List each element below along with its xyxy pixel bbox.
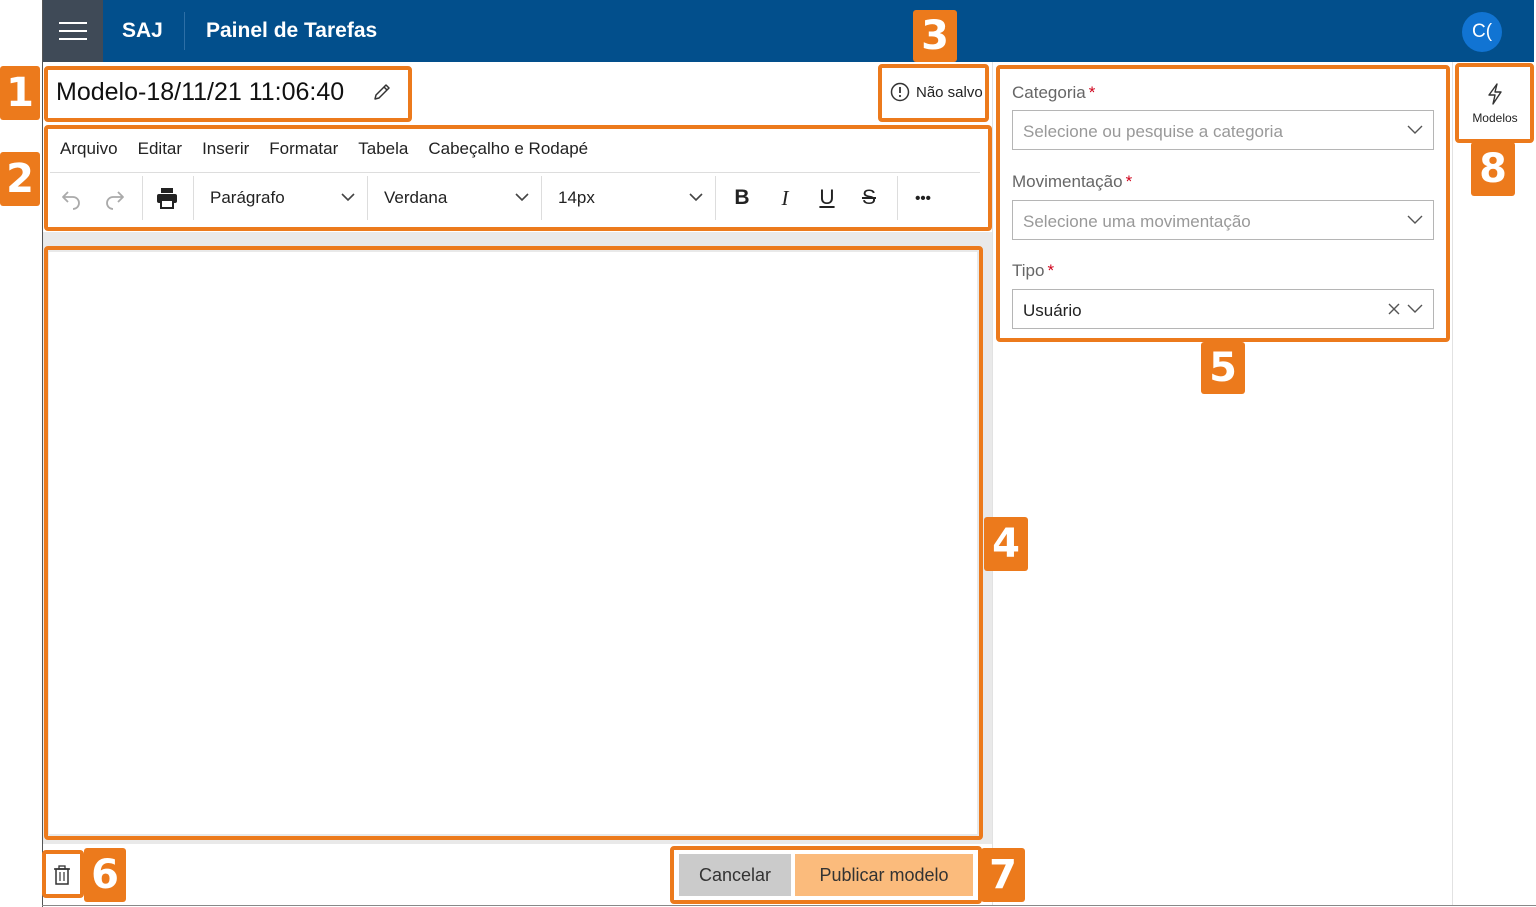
- menu-tabela[interactable]: Tabela: [358, 139, 408, 159]
- toolbar-separator: [897, 176, 898, 220]
- categoria-label-text: Categoria: [1012, 83, 1086, 102]
- callout-badge-2: 2: [0, 152, 40, 206]
- movimentacao-placeholder: Selecione uma movimentação: [1023, 212, 1251, 231]
- bold-button[interactable]: B: [725, 176, 759, 220]
- categoria-label: Categoria *: [1012, 83, 1095, 103]
- categoria-select[interactable]: Selecione ou pesquise a categoria: [1012, 110, 1434, 150]
- toolbar-divider: [50, 172, 980, 173]
- chevron-down-icon: [341, 193, 355, 202]
- categoria-placeholder: Selecione ou pesquise a categoria: [1023, 122, 1283, 141]
- app-name[interactable]: SAJ: [122, 19, 163, 43]
- toolbar-separator: [715, 176, 716, 220]
- callout-badge-5: 5: [1201, 342, 1245, 394]
- callout-badge-1: 1: [0, 66, 40, 120]
- editor-toolbar: Parágrafo Verdana 14px B I U S •••: [50, 176, 980, 220]
- italic-button[interactable]: I: [768, 176, 802, 220]
- chevron-down-icon: [515, 193, 529, 202]
- models-label: Modelos: [1472, 111, 1518, 125]
- block-format-value: Parágrafo: [210, 188, 285, 207]
- callout-badge-7: 7: [981, 848, 1025, 902]
- page-title: Painel de Tarefas: [206, 19, 378, 42]
- header-divider: [184, 12, 185, 50]
- save-status-text: Não salvo: [916, 83, 983, 101]
- menu-cabecalho-rodape[interactable]: Cabeçalho e Rodapé: [428, 139, 588, 159]
- pencil-icon[interactable]: [372, 82, 392, 102]
- callout-badge-6: 6: [84, 848, 126, 902]
- font-size-value: 14px: [558, 188, 595, 207]
- tipo-select[interactable]: Usuário: [1012, 289, 1434, 329]
- tipo-value: Usuário: [1023, 301, 1082, 320]
- undo-button[interactable]: [54, 176, 88, 220]
- document-editor[interactable]: [49, 252, 977, 834]
- more-options-button[interactable]: •••: [905, 176, 941, 220]
- chevron-down-icon: [689, 193, 703, 202]
- models-button[interactable]: Modelos: [1460, 70, 1530, 138]
- panel-divider: [992, 62, 993, 905]
- chevron-down-icon: [1407, 215, 1423, 224]
- required-marker: *: [1047, 261, 1055, 280]
- delete-button[interactable]: [47, 858, 77, 892]
- block-format-select[interactable]: Parágrafo: [194, 176, 367, 220]
- editor-menubar: Arquivo Editar Inserir Formatar Tabela C…: [60, 139, 588, 159]
- callout-badge-8: 8: [1471, 142, 1515, 196]
- model-name-title: Modelo-18/11/21 11:06:40: [56, 78, 345, 106]
- window-border-bottom: [42, 905, 1536, 906]
- menu-editar[interactable]: Editar: [138, 139, 182, 159]
- strikethrough-button[interactable]: S: [852, 176, 886, 220]
- undo-icon: [62, 191, 80, 210]
- font-size-select[interactable]: 14px: [542, 176, 715, 220]
- alert-circle-icon: [890, 82, 910, 102]
- movimentacao-select[interactable]: Selecione uma movimentação: [1012, 200, 1434, 240]
- lightning-icon: [1488, 83, 1502, 105]
- toolbar-separator: [142, 176, 143, 220]
- cancel-button[interactable]: Cancelar: [679, 854, 791, 896]
- font-family-value: Verdana: [384, 188, 448, 207]
- rail-divider: [1452, 62, 1453, 905]
- print-button[interactable]: [150, 176, 184, 220]
- chevron-down-icon: [1407, 125, 1423, 134]
- publish-model-button[interactable]: Publicar modelo: [795, 854, 973, 896]
- tipo-label: Tipo *: [1012, 261, 1054, 281]
- menu-inserir[interactable]: Inserir: [202, 139, 249, 159]
- app-root: SAJ Painel de Tarefas C( Modelo-18/11/21…: [0, 0, 1536, 907]
- required-marker: *: [1125, 172, 1133, 191]
- save-status: Não salvo: [890, 82, 983, 102]
- printer-icon: [157, 188, 177, 209]
- menu-arquivo[interactable]: Arquivo: [60, 139, 118, 159]
- top-bar: SAJ Painel de Tarefas C(: [43, 0, 1534, 62]
- menu-formatar[interactable]: Formatar: [269, 139, 338, 159]
- redo-button[interactable]: [98, 176, 132, 220]
- trash-icon: [54, 865, 70, 885]
- callout-badge-3: 3: [913, 10, 957, 62]
- tipo-label-text: Tipo: [1012, 261, 1045, 280]
- required-marker: *: [1088, 83, 1096, 102]
- movimentacao-label: Movimentação *: [1012, 172, 1132, 192]
- hamburger-menu-icon[interactable]: [43, 0, 103, 62]
- underline-button[interactable]: U: [810, 176, 844, 220]
- font-family-select[interactable]: Verdana: [368, 176, 541, 220]
- chevron-down-icon: [1407, 304, 1423, 313]
- callout-badge-4: 4: [984, 517, 1028, 571]
- clear-icon[interactable]: [1387, 302, 1401, 316]
- avatar[interactable]: C(: [1462, 12, 1502, 52]
- movimentacao-label-text: Movimentação: [1012, 172, 1123, 191]
- redo-icon: [106, 191, 124, 210]
